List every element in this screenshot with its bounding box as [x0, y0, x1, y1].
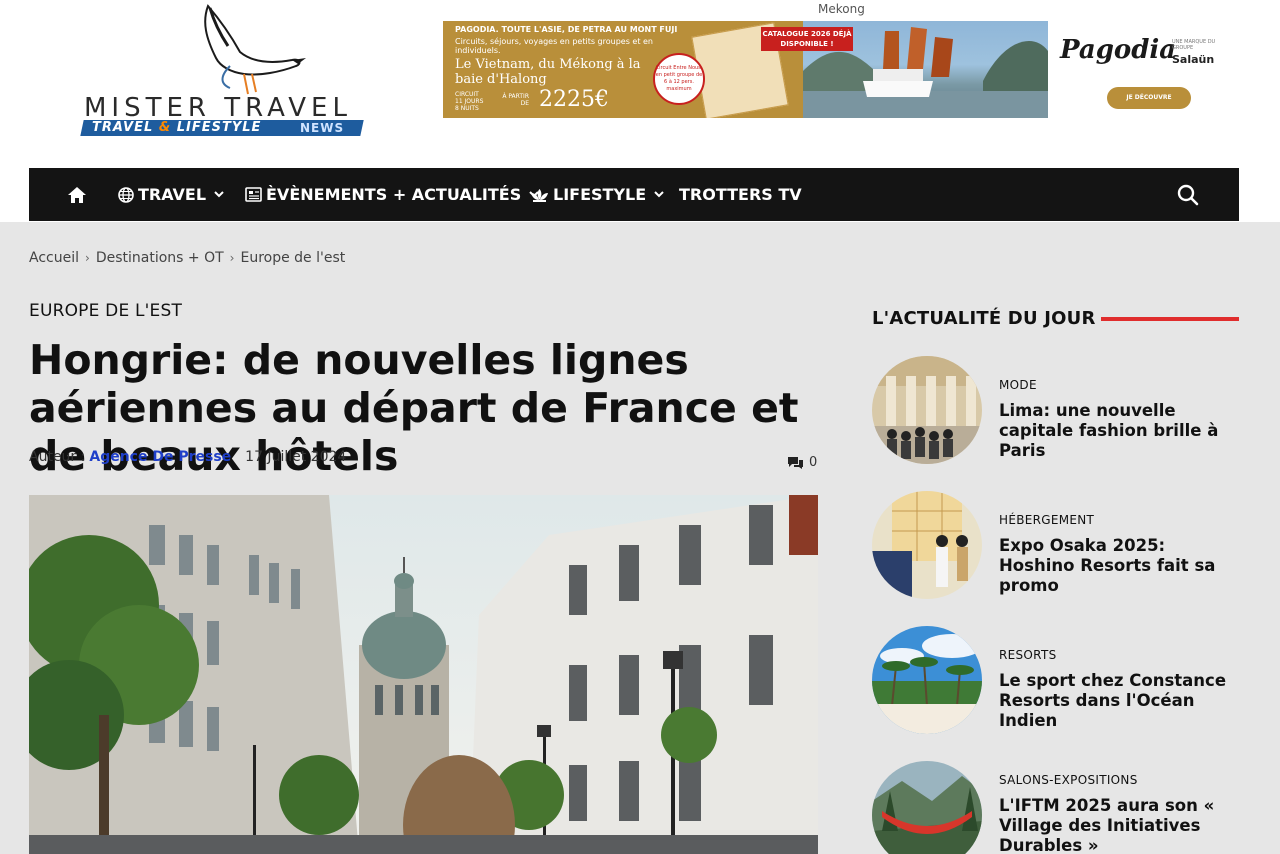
nav-home[interactable]: [67, 168, 91, 221]
comments-count-value: 0: [809, 455, 818, 470]
expo-stand-image: [872, 491, 982, 599]
ad-subline: Circuits, séjours, voyages en petits gro…: [455, 37, 654, 55]
nav-travel-label: TRAVEL: [138, 185, 207, 204]
ad-price: 2225€: [539, 87, 609, 112]
globe-icon: [118, 186, 134, 203]
author-label: Auteur :: [29, 449, 86, 465]
article-hero-image: [29, 495, 818, 854]
sidebar-category[interactable]: RESORTS: [999, 648, 1057, 662]
sidebar-heading: L'ACTUALITÉ DU JOUR: [872, 308, 1096, 329]
ad-circle-badge: Circuit Entre Nous, en petit groupe de 6…: [653, 53, 705, 105]
logo-news: NEWS: [300, 121, 345, 135]
nav-trotters-tv-label: TROTTERS TV: [679, 185, 802, 204]
newspaper-icon: [245, 187, 262, 202]
ad-catalog-tag: CATALOGUE 2026 DÉJÀ DISPONIBLE !: [761, 27, 853, 51]
article-date: 17 Juillet 2024: [245, 449, 347, 465]
breadcrumb-current[interactable]: Europe de l'est: [240, 250, 345, 266]
chevron-down-icon: [654, 191, 664, 198]
sidebar-thumbnail[interactable]: [872, 626, 982, 734]
site-logo[interactable]: MISTER TRAVEL TRAVEL & LIFESTYLE NEWS: [80, 2, 364, 140]
beach-resort-image: [872, 626, 982, 734]
logo-tagline: TRAVEL & LIFESTYLE: [92, 120, 261, 136]
sidebar-category[interactable]: SALONS-EXPOSITIONS: [999, 773, 1138, 787]
lotus-icon: [531, 188, 548, 202]
main-nav: TRAVEL ÈVÈNEMENTS + ACTUALITÉS LIFESTYLE…: [29, 168, 1239, 221]
sidebar-category[interactable]: HÉBERGEMENT: [999, 513, 1094, 527]
ad-headline: PAGODIA. TOUTE L'ASIE, DE PETRA AU MONT …: [455, 25, 678, 34]
ad-brand-group: Salaün: [1172, 53, 1215, 66]
sidebar-title[interactable]: Expo Osaka 2025: Hoshino Resorts fait sa…: [999, 536, 1235, 596]
nav-travel[interactable]: TRAVEL: [118, 168, 228, 221]
author-link[interactable]: Agence De Presse: [89, 449, 231, 465]
ad-banner[interactable]: PAGODIA. TOUTE L'ASIE, DE PETRA AU MONT …: [443, 21, 1229, 118]
sidebar-title[interactable]: Le sport chez Constance Resorts dans l'O…: [999, 671, 1235, 731]
comments-count[interactable]: 0: [787, 455, 817, 470]
logo-wordmark: MISTER TRAVEL: [84, 93, 352, 123]
ad-caption: Mekong: [818, 2, 865, 16]
sidebar-thumbnail[interactable]: [872, 356, 982, 464]
breadcrumb-destinations[interactable]: Destinations + OT: [96, 250, 224, 266]
logo-tagline-lifestyle: LIFESTYLE: [176, 120, 262, 135]
sidebar-title[interactable]: Lima: une nouvelle capitale fashion bril…: [999, 401, 1235, 461]
nav-trotters-tv[interactable]: TROTTERS TV: [679, 168, 802, 221]
breadcrumb-separator: ›: [85, 251, 90, 265]
sidebar-article-2[interactable]: HÉBERGEMENT Expo Osaka 2025: Hoshino Res…: [872, 491, 1240, 601]
budapest-street-image: [29, 495, 818, 854]
ad-price-label: À PARTIR DE: [502, 93, 529, 107]
sidebar-thumbnail[interactable]: [872, 761, 982, 854]
article-category[interactable]: EUROPE DE L'EST: [29, 301, 182, 321]
ad-cta-button[interactable]: JE DÉCOUVRE: [1107, 87, 1191, 109]
article-meta: Auteur : Agence De Presse 17 Juillet 202…: [29, 449, 346, 465]
ad-circuit-label: CIRCUIT 11 JOURS 8 NUITS: [455, 91, 484, 112]
nav-lifestyle-label: LIFESTYLE: [553, 185, 647, 204]
nav-evenements[interactable]: ÈVÈNEMENTS + ACTUALITÉS: [245, 168, 543, 221]
breadcrumb: Accueil › Destinations + OT › Europe de …: [29, 250, 345, 266]
comments-icon: [788, 456, 803, 469]
nav-evenements-label: ÈVÈNEMENTS + ACTUALITÉS: [266, 185, 522, 204]
logo-tagline-amp: &: [158, 120, 172, 135]
logo-tagline-travel: TRAVEL: [92, 120, 154, 135]
breadcrumb-separator: ›: [229, 251, 235, 265]
sidebar-article-1[interactable]: MODE Lima: une nouvelle capitale fashion…: [872, 356, 1240, 466]
nav-lifestyle[interactable]: LIFESTYLE: [530, 168, 668, 221]
nav-search-button[interactable]: [1177, 168, 1203, 221]
sidebar-thumbnail[interactable]: [872, 491, 982, 599]
sidebar-article-3[interactable]: RESORTS Le sport chez Constance Resorts …: [872, 626, 1240, 736]
home-icon: [68, 186, 86, 203]
sidebar-heading-rule: [1101, 317, 1239, 321]
fashion-group-image: [872, 356, 982, 464]
sidebar-article-4[interactable]: SALONS-EXPOSITIONS L'IFTM 2025 aura son …: [872, 761, 1240, 854]
chevron-down-icon: [214, 191, 224, 198]
breadcrumb-home[interactable]: Accueil: [29, 250, 79, 266]
ad-left-panel: PAGODIA. TOUTE L'ASIE, DE PETRA AU MONT …: [443, 21, 1048, 118]
stork-logo-icon: [204, 4, 306, 95]
ad-brand: Pagodia: [1060, 35, 1177, 65]
ad-title: Le Vietnam, du Mékong à la baie d'Halong: [455, 57, 641, 87]
sidebar-category[interactable]: MODE: [999, 378, 1037, 392]
ad-right-panel: Pagodia UNE MARQUE DU GROUPE Salaün JE D…: [1048, 21, 1229, 118]
ad-brand-sub: UNE MARQUE DU GROUPE: [1172, 39, 1216, 51]
sidebar-title[interactable]: L'IFTM 2025 aura son « Village des Initi…: [999, 796, 1235, 854]
search-icon: [1177, 184, 1199, 205]
hammock-forest-image: [872, 761, 982, 854]
